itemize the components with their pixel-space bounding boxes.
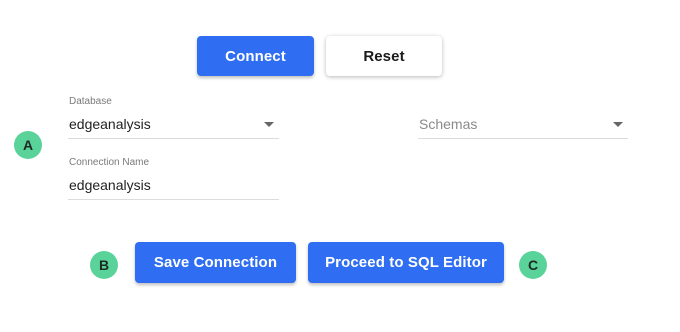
connection-name-field[interactable]: Connection Name edgeanalysis [68, 157, 279, 200]
connection-name-label: Connection Name [69, 157, 150, 168]
marker-a-label: A [22, 137, 34, 153]
reset-button[interactable]: Reset [326, 36, 442, 76]
database-value: edgeanalysis [69, 116, 151, 132]
chevron-down-icon [264, 122, 274, 127]
schemas-select[interactable]: Schemas [418, 106, 628, 139]
connect-button-label: Connect [225, 47, 286, 65]
marker-c-label: C [527, 257, 539, 273]
proceed-to-sql-editor-button[interactable]: Proceed to SQL Editor [308, 242, 504, 283]
marker-a: A [14, 131, 42, 159]
connection-name-value: edgeanalysis [69, 177, 151, 193]
marker-c: C [519, 251, 547, 279]
connection-panel: Connect Reset A Database edgeanalysis Sc… [0, 0, 680, 332]
chevron-down-icon [613, 122, 623, 127]
save-connection-label: Save Connection [153, 254, 278, 271]
connect-button[interactable]: Connect [197, 36, 314, 76]
save-connection-button[interactable]: Save Connection [135, 242, 296, 283]
database-label: Database [69, 96, 112, 107]
marker-b: B [90, 251, 118, 279]
schemas-placeholder: Schemas [419, 116, 478, 132]
marker-b-label: B [98, 257, 110, 273]
reset-button-label: Reset [363, 47, 405, 65]
database-select[interactable]: Database edgeanalysis [68, 96, 279, 139]
proceed-to-sql-editor-label: Proceed to SQL Editor [325, 254, 487, 271]
